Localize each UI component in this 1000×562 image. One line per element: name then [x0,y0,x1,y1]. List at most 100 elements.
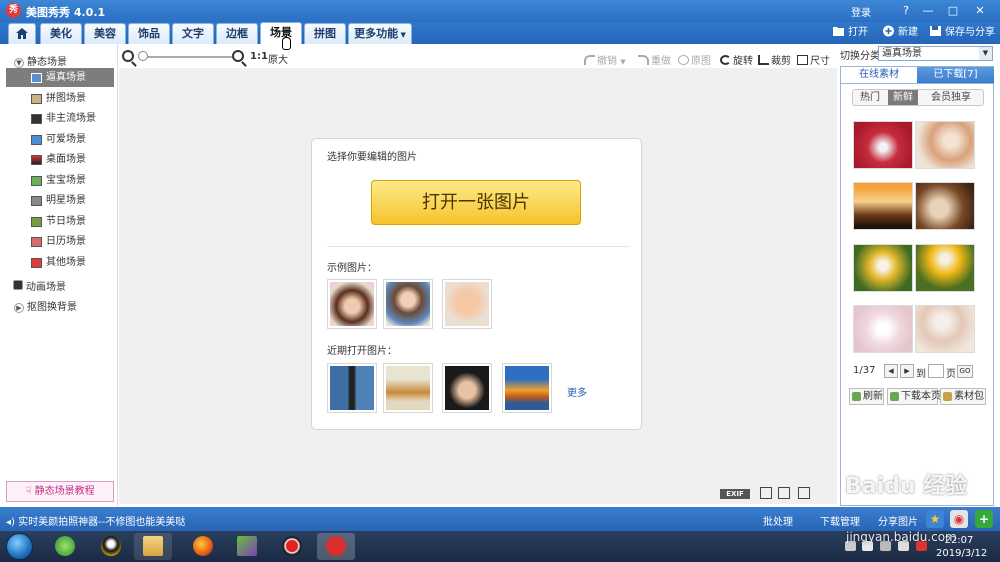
weibo-icon[interactable]: ◉ [950,510,968,528]
download-manager-button[interactable]: 下载管理 [820,513,860,528]
scene-thumb-icon [31,176,42,186]
subtab-new[interactable]: 新鲜 [888,90,918,105]
tab-downloaded-materials[interactable]: 已下载[7] [917,67,994,83]
recent-image-4[interactable] [502,363,552,413]
example-image-2[interactable] [383,279,433,329]
help-button[interactable]: ? [898,3,914,18]
grid-view-icon[interactable] [798,487,810,499]
tree-group-animated[interactable]: 动画场景 [13,278,66,293]
subtab-hot[interactable]: 热门 [853,90,887,105]
material-thumbnail[interactable] [853,121,913,169]
collapse-icon[interactable]: ▼ [14,58,24,68]
title-bar: 秀 美图秀秀 4.0.1 登录 ? — □ ✕ [0,0,1000,22]
zoom-out-icon[interactable] [122,50,134,62]
tree-group-static[interactable]: ▼ 静态场景 [14,53,67,68]
save-share-button[interactable]: 保存与分享 [929,25,995,40]
sidebar-item-collage-scene[interactable]: 拼图场景 [6,89,114,108]
login-link[interactable]: 登录 [851,4,871,19]
taskbar-app-meitu-icon[interactable] [317,533,355,560]
open-image-button[interactable]: 打开一张图片 [371,180,581,225]
material-thumbnail[interactable] [915,121,975,169]
next-page-button[interactable]: ▶ [900,364,914,378]
open-button[interactable]: 打开 [832,25,868,40]
material-pack-button[interactable]: 素材包 [940,388,986,405]
material-thumbnail[interactable] [915,244,975,292]
share-image-button[interactable]: 分享图片 [878,513,918,528]
scene-tutorial-button[interactable]: ☟ 静态场景教程 [6,481,114,502]
material-thumbnail[interactable] [853,182,913,230]
taskbar-app-qq-icon[interactable] [92,533,130,560]
resize-button[interactable]: 尺寸 [797,52,830,67]
taskbar-app-explorer-icon[interactable] [134,533,172,560]
tab-collage[interactable]: 拼图 [304,23,346,44]
tab-text[interactable]: 文字 [172,23,214,44]
sidebar-item-baby[interactable]: 宝宝场景 [6,171,114,190]
expand-icon[interactable]: ▶ [14,303,24,313]
go-button[interactable]: GO [957,365,973,378]
material-thumbnail[interactable] [853,244,913,292]
minimize-button[interactable]: — [920,3,936,18]
actual-size-ratio[interactable]: 1:1 [250,51,268,62]
page-number-input[interactable] [928,364,944,378]
rotate-button[interactable]: 旋转 [720,52,753,67]
sidebar-item-calendar[interactable]: 日历场景 [6,232,114,251]
compare-view-icon[interactable] [778,487,790,499]
material-thumbnail[interactable] [915,182,975,230]
status-tip[interactable]: ◂) 实时美颜拍照神器--不修图也能美美哒 [6,513,185,528]
prev-page-button[interactable]: ◀ [884,364,898,378]
start-button-icon[interactable] [6,533,33,560]
new-button[interactable]: 新建 [882,25,918,40]
recent-image-3[interactable] [442,363,492,413]
zoom-slider-handle[interactable] [138,51,148,61]
prompt-text: 选择你要编辑的图片 [327,152,417,163]
tab-makeup[interactable]: 美容 [84,23,126,44]
sidebar-item-nonmainstream[interactable]: 非主流场景 [6,109,114,128]
material-thumbnail[interactable] [853,305,913,353]
undo-dropdown-icon[interactable]: ▼ [620,58,625,66]
batch-process-button[interactable]: 批处理 [763,513,793,528]
tab-home[interactable] [8,23,36,44]
taskbar-app-recorder-icon[interactable] [273,533,311,560]
tree-group-matting[interactable]: ▶ 抠图换背景 [14,298,77,313]
page-indicator: 1/37 [853,365,876,376]
tab-scene[interactable]: 场景 [260,22,302,44]
crop-button[interactable]: 裁剪 [758,52,791,67]
single-view-icon[interactable] [760,487,772,499]
sidebar-item-desktop[interactable]: 桌面场景 [6,150,114,169]
tab-accessories[interactable]: 饰品 [128,23,170,44]
zoom-slider[interactable] [144,56,232,58]
taskbar-app-firefox-icon[interactable] [184,533,222,560]
plus-icon[interactable]: + [975,510,993,528]
exif-button[interactable]: EXIF [720,489,750,499]
more-recent-link[interactable]: 更多 [567,384,587,399]
sidebar-item-star[interactable]: 明星场景 [6,191,114,210]
sidebar-item-cute[interactable]: 可爱场景 [6,130,114,149]
tab-more-features[interactable]: 更多功能 ▼ [348,23,412,44]
plus-circle-icon [883,25,894,37]
tab-online-materials[interactable]: 在线素材 [841,67,917,83]
refresh-button[interactable]: 刷新 [849,388,884,405]
maximize-button[interactable]: □ [945,3,961,18]
original-size-button[interactable]: 原大 [268,51,288,66]
sidebar-item-festival[interactable]: 节日场景 [6,212,114,231]
sidebar-item-realistic[interactable]: 逼真场景 [6,68,114,87]
star-icon[interactable]: ★ [926,510,944,528]
recent-image-2[interactable] [383,363,433,413]
original-image-button[interactable]: 原图 [678,52,711,67]
example-image-1[interactable] [327,279,377,329]
example-image-3[interactable] [442,279,492,329]
subtab-vip[interactable]: 会员独享 [919,90,983,105]
taskbar-app-360-icon[interactable] [46,533,84,560]
download-page-button[interactable]: 下载本页 [887,388,941,405]
material-thumbnail[interactable] [915,305,975,353]
tab-beautify[interactable]: 美化 [40,23,82,44]
sidebar-item-other[interactable]: 其他场景 [6,253,114,272]
close-button[interactable]: ✕ [972,3,988,18]
redo-button[interactable]: 重做 [638,52,671,67]
category-select[interactable]: 逼真场景 ▼ [878,46,993,61]
taskbar-app-video-icon[interactable] [228,533,266,560]
undo-button[interactable]: 撤销 ▼ [584,52,626,67]
zoom-in-icon[interactable] [232,50,244,62]
tab-frame[interactable]: 边框 [216,23,258,44]
recent-image-1[interactable] [327,363,377,413]
